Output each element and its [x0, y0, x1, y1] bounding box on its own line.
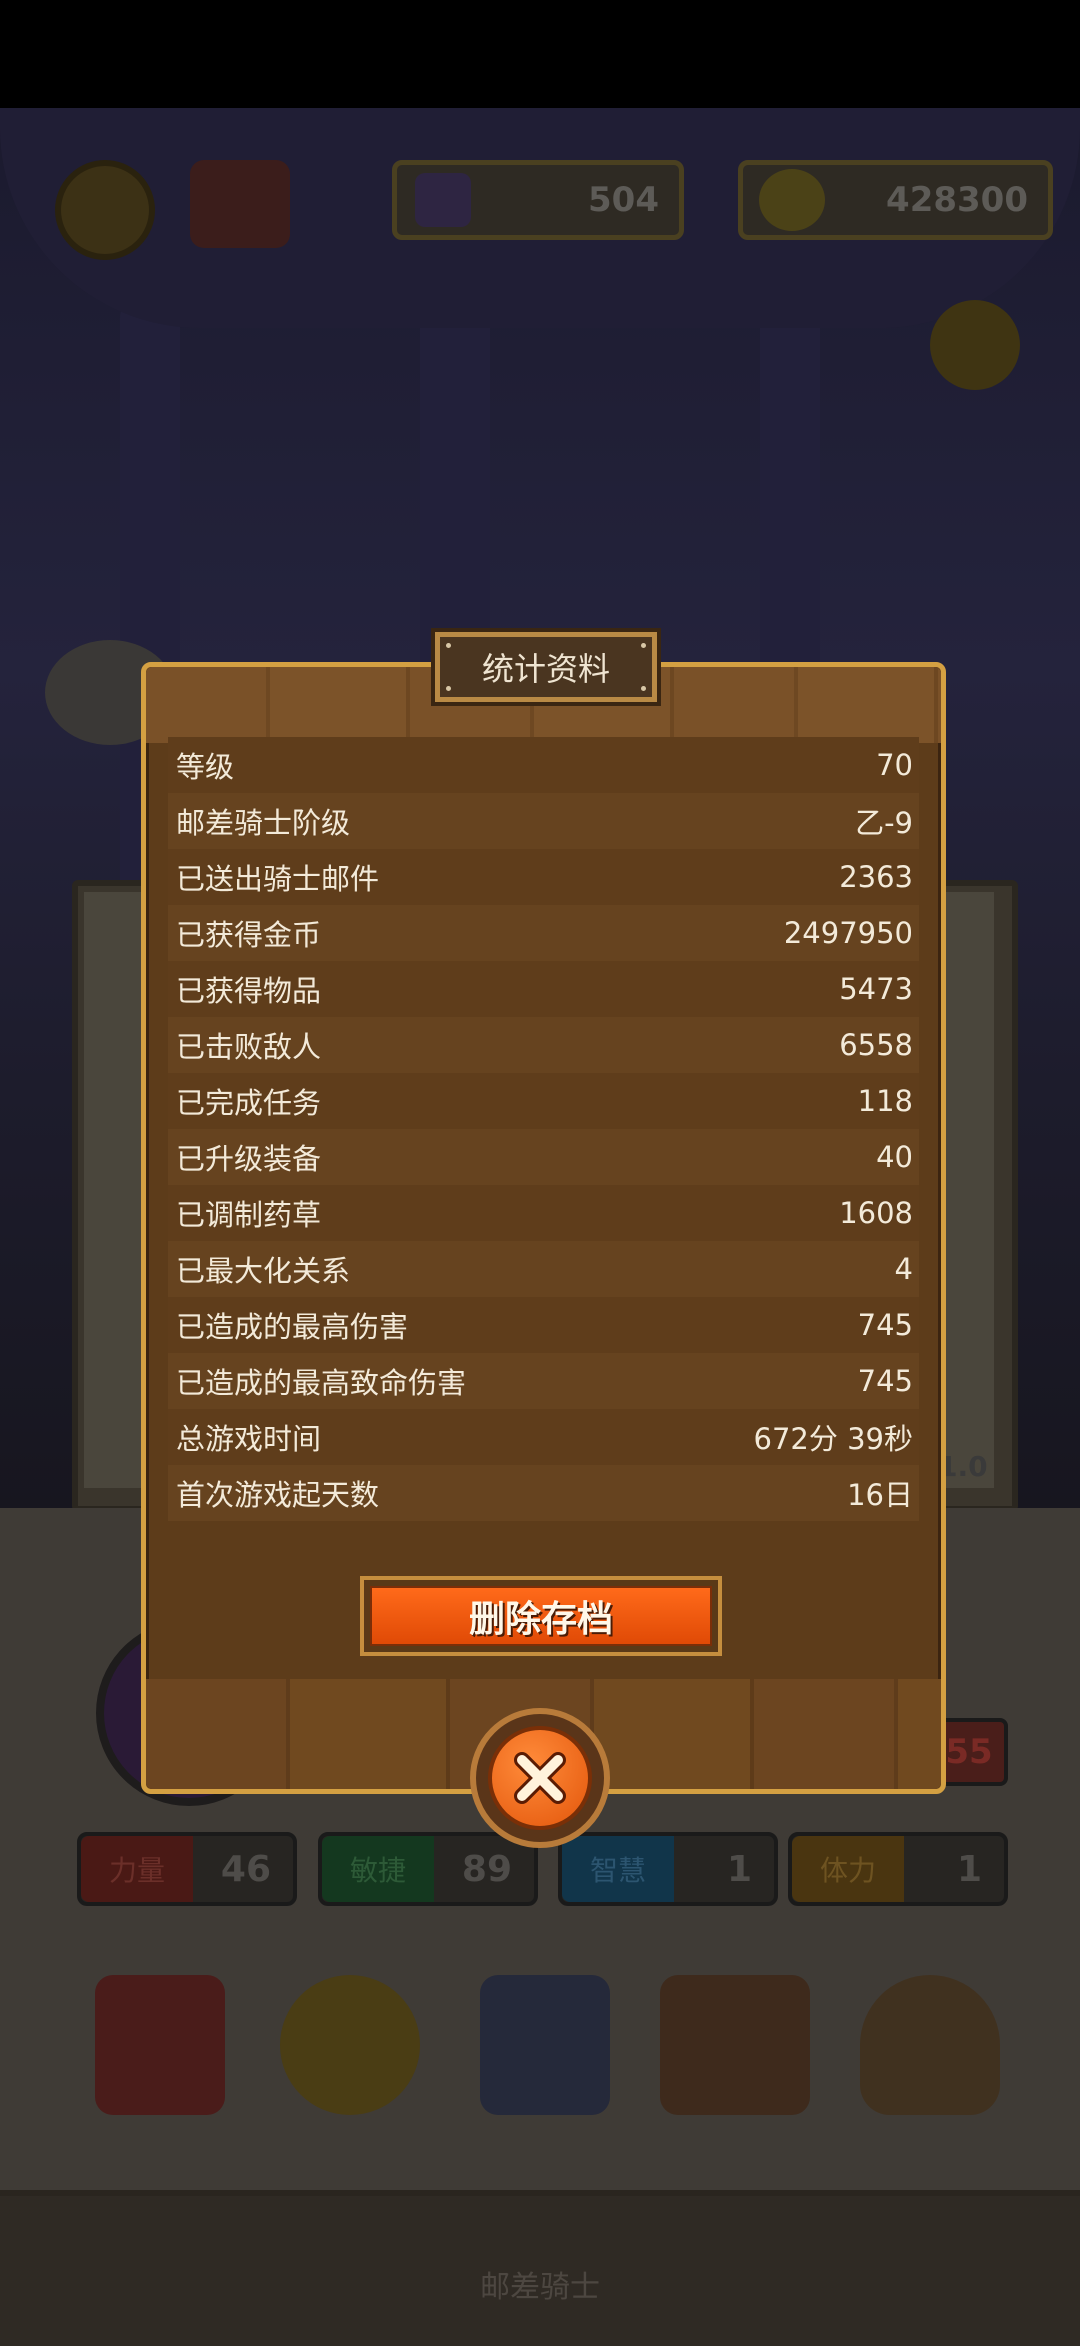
- stat-row-value: 672分 39秒: [753, 1422, 913, 1456]
- stat-value: 1: [956, 1848, 982, 1890]
- title-plate: 统计资料: [435, 632, 657, 702]
- stat-row-label: 已获得物品: [176, 974, 322, 1008]
- stat-row-label: 邮差骑士阶级: [176, 806, 351, 840]
- stat-row-label: 等级: [176, 750, 235, 784]
- rivet: [446, 686, 451, 691]
- star-coin-icon[interactable]: [280, 1975, 420, 2115]
- stat-row-label: 已送出骑士邮件: [176, 862, 380, 896]
- gem-icon: [415, 173, 471, 227]
- stat-row-level: 等级 70: [168, 737, 919, 793]
- stat-row-label: 已获得金币: [176, 918, 322, 952]
- stat-row-label: 已完成任务: [176, 1086, 322, 1120]
- stat-row-value: 乙-9: [855, 806, 913, 840]
- stat-row-value: 40: [876, 1140, 913, 1174]
- stat-row-label: 已造成的最高致命伤害: [176, 1366, 467, 1400]
- coin-count: 428300: [886, 180, 1028, 220]
- coin-icon: [759, 169, 825, 231]
- stat-row-items: 已获得物品 5473: [168, 961, 919, 1017]
- stat-label: 智慧: [562, 1836, 674, 1902]
- stat-row-label: 已升级装备: [176, 1142, 322, 1176]
- delete-save-button-face[interactable]: 删除存档: [370, 1586, 712, 1646]
- stat-value: 46: [220, 1848, 271, 1890]
- stat-row-label: 已造成的最高伤害: [176, 1310, 409, 1344]
- coin-counter: 428300: [738, 160, 1053, 240]
- stat-label: 敏捷: [322, 1836, 434, 1902]
- rivet: [641, 686, 646, 691]
- close-button[interactable]: [470, 1708, 610, 1848]
- stat-row-upgrades: 已升级装备 40: [168, 1129, 919, 1185]
- status-bar: [0, 0, 1080, 108]
- stat-label: 体力: [792, 1836, 904, 1902]
- stat-row-value: 745: [857, 1308, 913, 1342]
- stat-row-value: 4: [894, 1252, 913, 1286]
- card-icon[interactable]: [480, 1975, 610, 2115]
- stat-row-label: 已击败敌人: [176, 1030, 322, 1064]
- dialog-title: 统计资料: [481, 650, 610, 688]
- stats-list: 等级 70 邮差骑士阶级 乙-9 已送出骑士邮件 2363 已获得金币 2497950 …: [168, 737, 919, 1521]
- delete-save-button[interactable]: 删除存档: [360, 1576, 722, 1656]
- stat-label: 力量: [81, 1836, 193, 1902]
- stat-row-label: 总游戏时间: [176, 1422, 322, 1456]
- stat-chip-agility: 敏捷 89: [318, 1832, 538, 1906]
- stat-row-value: 5473: [839, 972, 913, 1006]
- statistics-dialog: 统计资料 等级 70 邮差骑士阶级 乙-9 已送出骑士邮件 2363 已获得金币 249…: [141, 632, 946, 1794]
- stat-chip-strength: 力量 46: [77, 1832, 297, 1906]
- stat-row-value: 1608: [839, 1196, 913, 1230]
- nav-label: 邮差骑士: [480, 2270, 600, 2305]
- stat-row-mails: 已送出骑士邮件 2363: [168, 849, 919, 905]
- character-bag-icon[interactable]: [930, 300, 1020, 390]
- stat-row-max-damage: 已造成的最高伤害 745: [168, 1297, 919, 1353]
- stat-row-days: 首次游戏起天数 16日: [168, 1465, 919, 1521]
- stat-chip-stamina: 体力 1: [788, 1832, 1008, 1906]
- stat-value: 89: [461, 1848, 512, 1890]
- close-button-face[interactable]: [488, 1726, 592, 1830]
- stat-row-rank: 邮差骑士阶级 乙-9: [168, 793, 919, 849]
- stat-row-relations: 已最大化关系 4: [168, 1241, 919, 1297]
- stat-row-value: 6558: [839, 1028, 913, 1062]
- equipment-icon[interactable]: [660, 1975, 810, 2115]
- stat-row-value: 70: [876, 748, 913, 782]
- rivet: [446, 643, 451, 648]
- rivet: [641, 643, 646, 648]
- stat-row-label: 首次游戏起天数: [176, 1478, 380, 1512]
- stat-row-max-crit: 已造成的最高致命伤害 745: [168, 1353, 919, 1409]
- stat-row-gold: 已获得金币 2497950: [168, 905, 919, 961]
- loot-bag-icon[interactable]: [860, 1975, 1000, 2115]
- stat-row-value: 2497950: [783, 916, 913, 950]
- stat-chip-wisdom: 智慧 1: [558, 1832, 778, 1906]
- stat-row-value: 745: [857, 1364, 913, 1398]
- stat-row-playtime: 总游戏时间 672分 39秒: [168, 1409, 919, 1465]
- stat-value: 1: [726, 1848, 752, 1890]
- stat-row-enemies: 已击败敌人 6558: [168, 1017, 919, 1073]
- stat-row-value: 16日: [847, 1478, 913, 1512]
- stat-row-value: 2363: [839, 860, 913, 894]
- stat-row-label: 已调制药草: [176, 1198, 322, 1232]
- stat-row-label: 已最大化关系: [176, 1254, 351, 1288]
- stat-row-quests: 已完成任务 118: [168, 1073, 919, 1129]
- settings-gear-icon[interactable]: [55, 160, 155, 260]
- delete-save-label: 删除存档: [468, 1599, 613, 1640]
- gem-counter: 504: [392, 160, 684, 240]
- stat-row-herbs: 已调制药草 1608: [168, 1185, 919, 1241]
- book-icon[interactable]: [95, 1975, 225, 2115]
- gem-count: 504: [588, 180, 659, 220]
- close-icon: [514, 1752, 566, 1804]
- gift-box-icon[interactable]: [190, 160, 290, 248]
- stat-row-value: 118: [857, 1084, 913, 1118]
